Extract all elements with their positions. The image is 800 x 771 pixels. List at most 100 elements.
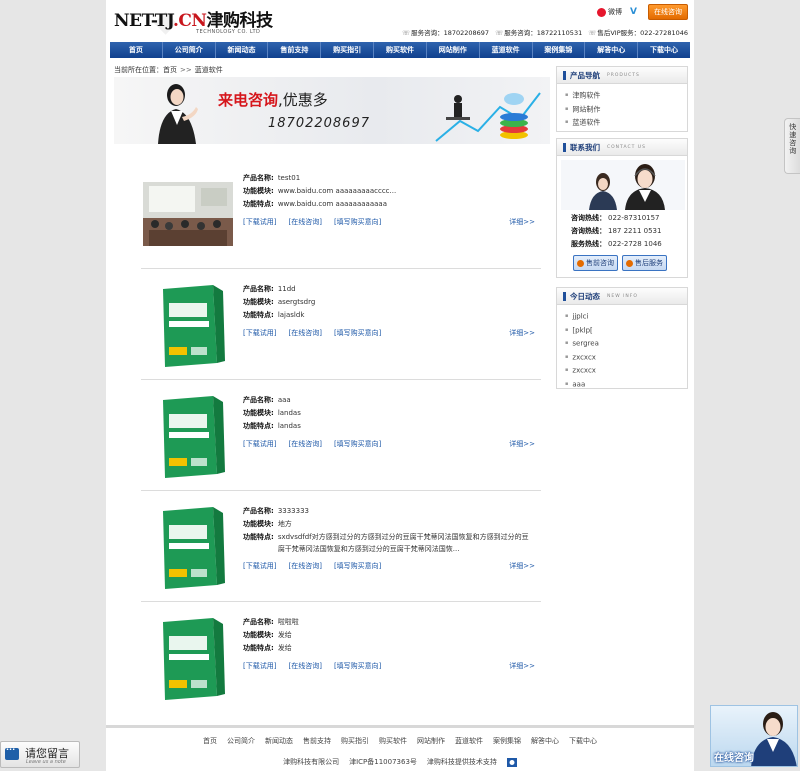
product-module: landas <box>277 409 301 417</box>
nav-item-3[interactable]: 售前支持 <box>268 42 322 58</box>
nav-item-1[interactable]: 公司简介 <box>163 42 216 58</box>
contact-buttons: 售前咨询 售后服务 <box>557 251 687 271</box>
sidebar-product-link[interactable]: 网站制作 <box>565 103 687 117</box>
download-trial-link[interactable]: [下载试用] <box>243 439 276 449</box>
chat-icon <box>626 259 633 267</box>
product-module-row: 功能模块: landas <box>243 407 535 420</box>
product-item: 产品名称: 啦啦啦 功能模块: 发给 功能特点: 发给 [下载试用] [在线咨询] [填写购买意… <box>141 602 541 712</box>
weibo-link[interactable]: 微博 <box>597 7 622 17</box>
presale-consult-button[interactable]: 售前咨询 <box>573 255 618 271</box>
product-module: asergtsdrg <box>277 298 316 306</box>
online-consult-link[interactable]: [在线咨询] <box>288 661 321 671</box>
nav-item-2[interactable]: 新闻动态 <box>216 42 269 58</box>
leave-message-button[interactable]: 请您留言 Leave us a note <box>0 741 80 768</box>
footer: 首页 公司简介 新闻动态 售前支持 购买指引 购买软件 网站制作 蓝道软件 案例集锦 解答中心 下载… <box>106 725 694 771</box>
product-name: 3333333 <box>277 507 309 515</box>
hotline-banner[interactable]: 来电咨询,优惠多 18702208697 <box>114 77 550 144</box>
online-consult-float[interactable]: 在线咨询 <box>710 705 798 767</box>
footer-link-0[interactable]: 首页 <box>203 736 217 746</box>
details-link[interactable]: 详细>> <box>509 439 535 449</box>
contact-rows: 咨询热线： 022-87310157 咨询热线： 187 2211 0531 服务热线：… <box>557 212 687 251</box>
nav-item-8[interactable]: 案例集锦 <box>533 42 586 58</box>
product-module: www.baidu.com aaaaaaaaacccc... <box>277 187 397 195</box>
sidebar-news-link[interactable]: jjplci <box>565 310 687 324</box>
sidebar-news-link[interactable]: aaa <box>565 378 687 392</box>
nav-item-5[interactable]: 购买软件 <box>374 42 427 58</box>
sidebar-contact-panel: 联系我们 CONTACT US 咨询热线： 022-87310157 咨询热线： 18… <box>556 138 688 278</box>
nav-item-9[interactable]: 解答中心 <box>585 42 639 58</box>
details-link[interactable]: 详细>> <box>509 217 535 227</box>
product-info: 产品名称: 3333333 功能模块: 地方 功能特点: sxdvsdfdf对方感到过分的… <box>243 505 535 555</box>
product-feature-row: 功能特点: 发给 <box>243 642 535 655</box>
footer-link-10[interactable]: 下载中心 <box>569 736 597 746</box>
product-actions: [下载试用] [在线咨询] [填写购买意向] 详细>> <box>243 328 535 338</box>
nav-item-7[interactable]: 蓝道软件 <box>480 42 533 58</box>
sidebar-news-link[interactable]: zxcxcx <box>565 351 687 365</box>
phone-icon: ☏ <box>401 29 411 37</box>
product-name-row: 产品名称: 3333333 <box>243 505 535 518</box>
sidebar-news-link[interactable]: zxcxcx <box>565 364 687 378</box>
product-name: test01 <box>277 174 301 182</box>
purchase-intent-link[interactable]: [填写购买意向] <box>334 217 381 227</box>
product-info: 产品名称: 11dd 功能模块: asergtsdrg 功能特点: lajasldk <box>243 283 535 322</box>
online-consult-link[interactable]: [在线咨询] <box>288 439 321 449</box>
download-trial-link[interactable]: [下载试用] <box>243 328 276 338</box>
footer-link-8[interactable]: 案例集锦 <box>493 736 521 746</box>
purchase-intent-link[interactable]: [填写购买意向] <box>334 328 381 338</box>
purchase-intent-link[interactable]: [填写购买意向] <box>334 661 381 671</box>
download-trial-link[interactable]: [下载试用] <box>243 217 276 227</box>
sidebar-news-link[interactable]: sergrea <box>565 337 687 351</box>
product-feature: lajasldk <box>277 311 305 319</box>
purchase-intent-link[interactable]: [填写购买意向] <box>334 439 381 449</box>
police-badge-icon[interactable] <box>506 757 517 767</box>
aftersale-service-button[interactable]: 售后服务 <box>622 255 667 271</box>
product-thumbnail[interactable] <box>143 505 233 589</box>
footer-link-7[interactable]: 蓝道软件 <box>455 736 483 746</box>
sidebar-product-link[interactable]: 蓝道软件 <box>565 116 687 130</box>
nav-item-4[interactable]: 购买指引 <box>321 42 375 58</box>
online-consult-link[interactable]: [在线咨询] <box>288 217 321 227</box>
nav-item-10[interactable]: 下载中心 <box>638 42 690 58</box>
product-thumbnail[interactable] <box>143 182 233 250</box>
product-thumbnail[interactable] <box>143 616 233 700</box>
sidebar-news-link[interactable]: [pklp[ <box>565 324 687 338</box>
online-consult-button[interactable]: 在线咨询 <box>648 4 688 20</box>
header-marker-icon <box>563 70 566 80</box>
online-consult-link[interactable]: [在线咨询] <box>288 561 321 571</box>
details-link[interactable]: 详细>> <box>509 561 535 571</box>
footer-link-1[interactable]: 公司简介 <box>227 736 255 746</box>
purchase-intent-link[interactable]: [填写购买意向] <box>334 561 381 571</box>
footer-link-2[interactable]: 新闻动态 <box>265 736 293 746</box>
nav-item-0[interactable]: 首页 <box>110 42 163 58</box>
product-info: 产品名称: test01 功能模块: www.baidu.com aaaaaaaaac… <box>243 172 535 211</box>
footer-link-5[interactable]: 购买软件 <box>379 736 407 746</box>
breadcrumb-home-link[interactable]: 首页 <box>163 66 177 74</box>
download-trial-link[interactable]: [下载试用] <box>243 661 276 671</box>
tencent-weibo-link[interactable]: V <box>630 7 640 17</box>
download-trial-link[interactable]: [下载试用] <box>243 561 276 571</box>
product-name-row: 产品名称: 啦啦啦 <box>243 616 535 629</box>
product-name: aaa <box>277 396 291 404</box>
product-name-row: 产品名称: test01 <box>243 172 535 185</box>
weibo-icon <box>597 7 606 17</box>
footer-icp[interactable]: 津ICP备11007363号 <box>349 757 417 767</box>
product-actions: [下载试用] [在线咨询] [填写购买意向] 详细>> <box>243 561 535 571</box>
sidebar-product-link[interactable]: 津购软件 <box>565 89 687 103</box>
footer-link-9[interactable]: 解答中心 <box>531 736 559 746</box>
quick-consult-tab[interactable]: 快速咨询 <box>784 118 800 174</box>
chat-icon <box>577 259 584 267</box>
details-link[interactable]: 详细>> <box>509 328 535 338</box>
sidebar-products-list: 津购软件网站制作蓝道软件 <box>557 84 687 130</box>
footer-link-4[interactable]: 购买指引 <box>341 736 369 746</box>
footer-link-3[interactable]: 售前支持 <box>303 736 331 746</box>
site-logo[interactable]: ◆ NET-TJ.CN津购科技 TECHNOLOGY CO. LTD <box>114 4 284 39</box>
footer-link-6[interactable]: 网站制作 <box>417 736 445 746</box>
product-thumbnail[interactable] <box>143 283 233 367</box>
phone-icon: ☏ <box>588 29 597 37</box>
sidebar-contact-header: 联系我们 CONTACT US <box>557 139 687 156</box>
online-consult-link[interactable]: [在线咨询] <box>288 328 321 338</box>
logo-subtitle: TECHNOLOGY CO. LTD <box>196 29 261 35</box>
details-link[interactable]: 详细>> <box>509 661 535 671</box>
nav-item-6[interactable]: 网站制作 <box>427 42 480 58</box>
product-thumbnail[interactable] <box>143 394 233 478</box>
